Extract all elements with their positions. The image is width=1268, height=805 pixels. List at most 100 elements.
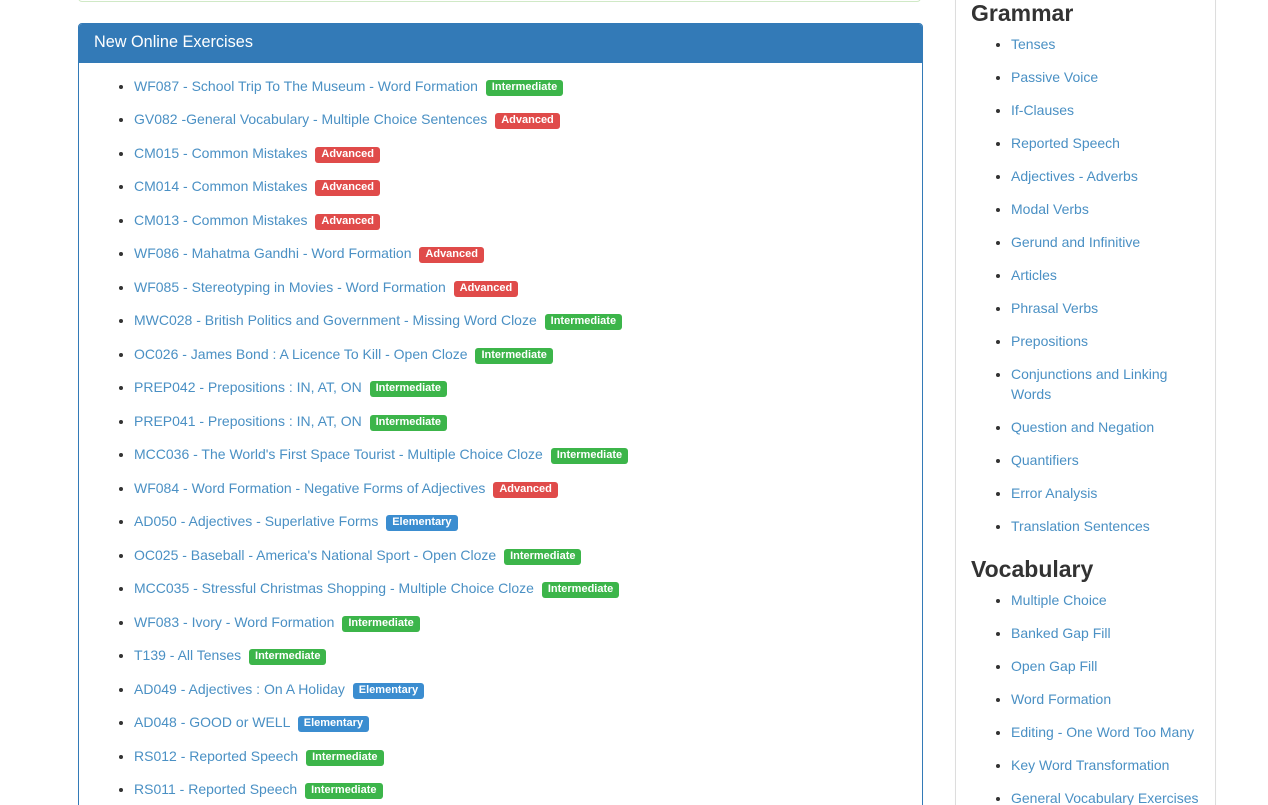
exercise-link[interactable]: CM015 - Common Mistakes xyxy=(134,145,308,161)
list-item: MCC035 - Stressful Christmas Shopping - … xyxy=(134,579,907,599)
list-item: If-Clauses xyxy=(1011,101,1200,121)
exercise-link[interactable]: CM013 - Common Mistakes xyxy=(134,212,308,228)
level-badge: Advanced xyxy=(315,180,380,196)
list-item: CM013 - Common Mistakes Advanced xyxy=(134,211,907,231)
list-item: Adjectives - Adverbs xyxy=(1011,167,1200,187)
exercise-link[interactable]: WF085 - Stereotyping in Movies - Word Fo… xyxy=(134,279,446,295)
list-item: PREP041 - Prepositions : IN, AT, ON Inte… xyxy=(134,412,907,432)
vocabulary-item-link[interactable]: General Vocabulary Exercises xyxy=(1011,790,1199,805)
list-item: Multiple Choice xyxy=(1011,591,1200,611)
list-item: RS011 - Reported Speech Intermediate xyxy=(134,780,907,800)
list-item: GV082 -General Vocabulary - Multiple Cho… xyxy=(134,110,907,130)
exercise-link[interactable]: OC025 - Baseball - America's National Sp… xyxy=(134,547,496,563)
level-badge: Advanced xyxy=(315,147,380,163)
grammar-item-link[interactable]: Quantifiers xyxy=(1011,452,1079,468)
list-item: Translation Sentences xyxy=(1011,517,1200,537)
list-item: Phrasal Verbs xyxy=(1011,299,1200,319)
level-badge: Elementary xyxy=(298,716,369,732)
grammar-item-link[interactable]: Conjunctions and Linking Words xyxy=(1011,366,1167,402)
exercise-link[interactable]: T139 - All Tenses xyxy=(134,647,241,663)
level-badge: Intermediate xyxy=(542,582,619,598)
grammar-item-link[interactable]: Adjectives - Adverbs xyxy=(1011,168,1138,184)
grammar-item-link[interactable]: If-Clauses xyxy=(1011,102,1074,118)
page-title: New Online Exercises xyxy=(94,34,907,52)
list-item: Conjunctions and Linking Words xyxy=(1011,365,1200,405)
exercise-link[interactable]: MWC028 - British Politics and Government… xyxy=(134,312,537,328)
exercise-link[interactable]: WF084 - Word Formation - Negative Forms … xyxy=(134,480,485,496)
list-item: OC025 - Baseball - America's National Sp… xyxy=(134,546,907,566)
list-item: WF087 - School Trip To The Museum - Word… xyxy=(134,77,907,97)
grammar-item-link[interactable]: Gerund and Infinitive xyxy=(1011,234,1140,250)
grammar-item-link[interactable]: Reported Speech xyxy=(1011,135,1120,151)
list-item: Banked Gap Fill xyxy=(1011,624,1200,644)
panel-header: New Online Exercises xyxy=(79,24,922,63)
level-badge: Intermediate xyxy=(370,381,447,397)
list-item: WF084 - Word Formation - Negative Forms … xyxy=(134,479,907,499)
grammar-item-link[interactable]: Translation Sentences xyxy=(1011,518,1150,534)
exercise-link[interactable]: CM014 - Common Mistakes xyxy=(134,178,308,194)
grammar-item-link[interactable]: Passive Voice xyxy=(1011,69,1098,85)
list-item: Question and Negation xyxy=(1011,418,1200,438)
list-item: Prepositions xyxy=(1011,332,1200,352)
level-badge: Intermediate xyxy=(545,314,622,330)
list-item: RS012 - Reported Speech Intermediate xyxy=(134,747,907,767)
level-badge: Elementary xyxy=(353,683,424,699)
list-item: Editing - One Word Too Many xyxy=(1011,723,1200,743)
exercise-list: WF087 - School Trip To The Museum - Word… xyxy=(94,77,907,805)
level-badge: Elementary xyxy=(386,515,457,531)
vocabulary-item-link[interactable]: Open Gap Fill xyxy=(1011,658,1097,674)
list-item: AD050 - Adjectives - Superlative Forms E… xyxy=(134,512,907,532)
exercise-link[interactable]: MCC036 - The World's First Space Tourist… xyxy=(134,446,543,462)
level-badge: Advanced xyxy=(495,113,560,129)
grammar-item-link[interactable]: Tenses xyxy=(1011,36,1055,52)
vocabulary-list: Multiple Choice Banked Gap Fill Open Gap F… xyxy=(971,591,1200,805)
grammar-item-link[interactable]: Question and Negation xyxy=(1011,419,1154,435)
list-item: Modal Verbs xyxy=(1011,200,1200,220)
level-badge: Intermediate xyxy=(551,448,628,464)
exercise-link[interactable]: RS011 - Reported Speech xyxy=(134,781,297,797)
list-item: MCC036 - The World's First Space Tourist… xyxy=(134,445,907,465)
vocabulary-item-link[interactable]: Multiple Choice xyxy=(1011,592,1107,608)
exercise-link[interactable]: AD050 - Adjectives - Superlative Forms xyxy=(134,513,378,529)
list-item: Tenses xyxy=(1011,35,1200,55)
grammar-item-link[interactable]: Modal Verbs xyxy=(1011,201,1089,217)
grammar-item-link[interactable]: Articles xyxy=(1011,267,1057,283)
list-item: WF083 - Ivory - Word Formation Intermedi… xyxy=(134,613,907,633)
vocabulary-item-link[interactable]: Key Word Transformation xyxy=(1011,757,1169,773)
exercise-link[interactable]: WF083 - Ivory - Word Formation xyxy=(134,614,334,630)
exercise-link[interactable]: WF087 - School Trip To The Museum - Word… xyxy=(134,78,478,94)
list-item: General Vocabulary Exercises xyxy=(1011,789,1200,805)
level-badge: Advanced xyxy=(419,247,484,263)
level-badge: Intermediate xyxy=(370,415,447,431)
exercise-link[interactable]: PREP042 - Prepositions : IN, AT, ON xyxy=(134,379,362,395)
exercise-link[interactable]: OC026 - James Bond : A Licence To Kill -… xyxy=(134,346,468,362)
grammar-item-link[interactable]: Phrasal Verbs xyxy=(1011,300,1098,316)
exercise-link[interactable]: AD048 - GOOD or WELL xyxy=(134,714,290,730)
level-badge: Advanced xyxy=(315,214,380,230)
vocabulary-heading: Vocabulary xyxy=(971,557,1200,582)
level-badge: Advanced xyxy=(454,281,519,297)
vocabulary-item-link[interactable]: Word Formation xyxy=(1011,691,1111,707)
list-item: Word Formation xyxy=(1011,690,1200,710)
level-badge: Intermediate xyxy=(249,649,326,665)
list-item: Key Word Transformation xyxy=(1011,756,1200,776)
grammar-list: Tenses Passive Voice If-Clauses Reported Sp… xyxy=(971,35,1200,537)
exercise-link[interactable]: MCC035 - Stressful Christmas Shopping - … xyxy=(134,580,534,596)
list-item: AD049 - Adjectives : On A Holiday Elemen… xyxy=(134,680,907,700)
exercise-link[interactable]: PREP041 - Prepositions : IN, AT, ON xyxy=(134,413,362,429)
grammar-item-link[interactable]: Error Analysis xyxy=(1011,485,1097,501)
exercise-link[interactable]: RS012 - Reported Speech xyxy=(134,748,298,764)
list-item: Reported Speech xyxy=(1011,134,1200,154)
grammar-item-link[interactable]: Prepositions xyxy=(1011,333,1088,349)
new-online-exercises-panel: New Online Exercises WF087 - School Trip… xyxy=(78,23,923,805)
grammar-heading: Grammar xyxy=(971,1,1200,26)
exercise-link[interactable]: GV082 -General Vocabulary - Multiple Cho… xyxy=(134,111,487,127)
vocabulary-item-link[interactable]: Editing - One Word Too Many xyxy=(1011,724,1194,740)
level-badge: Intermediate xyxy=(306,750,383,766)
grammar-vocabulary-panel: Grammar Tenses Passive Voice If-Clauses Rep… xyxy=(955,0,1216,805)
vocabulary-item-link[interactable]: Banked Gap Fill xyxy=(1011,625,1111,641)
exercise-link[interactable]: WF086 - Mahatma Gandhi - Word Formation xyxy=(134,245,412,261)
list-item: Open Gap Fill xyxy=(1011,657,1200,677)
exercise-link[interactable]: AD049 - Adjectives : On A Holiday xyxy=(134,681,345,697)
panel-body: WF087 - School Trip To The Museum - Word… xyxy=(79,63,922,805)
